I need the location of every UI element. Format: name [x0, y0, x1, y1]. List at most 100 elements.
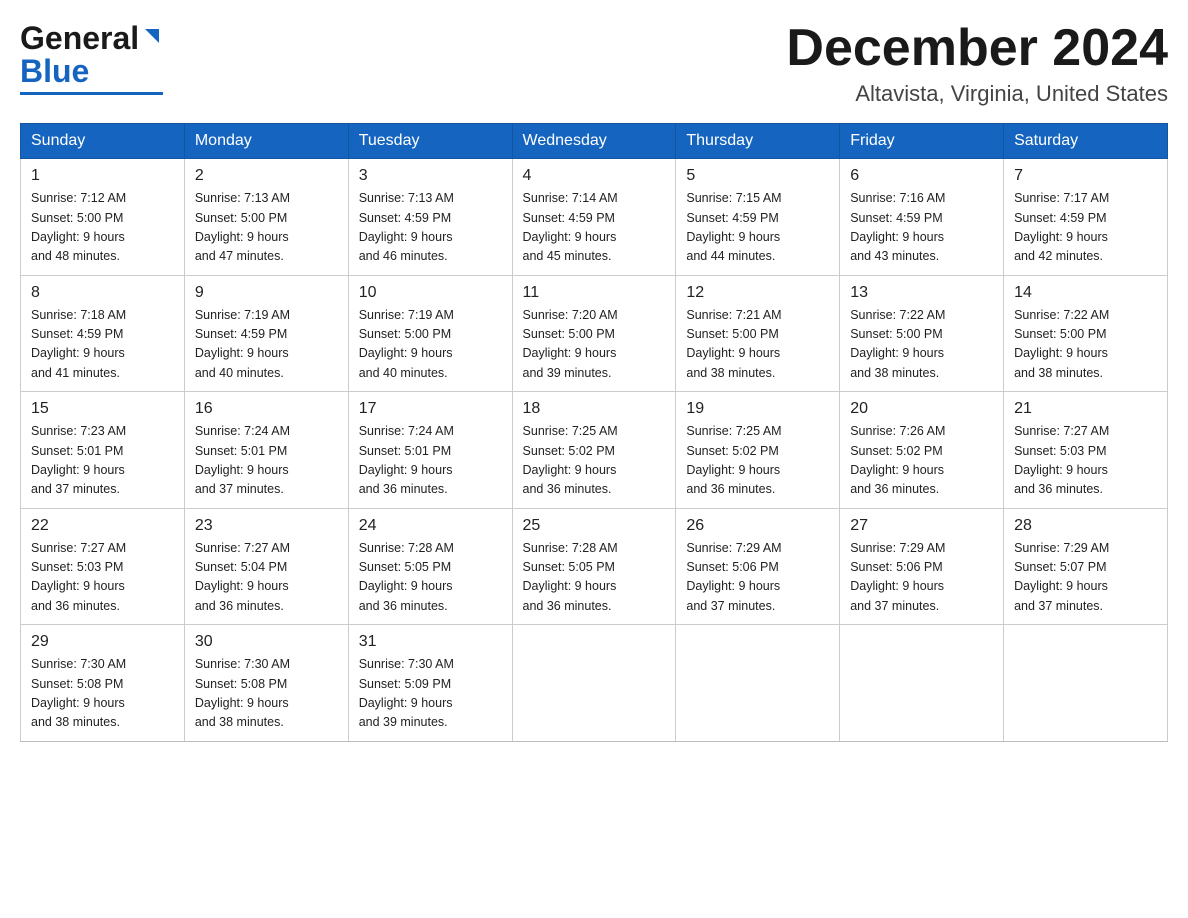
calendar-header-row: SundayMondayTuesdayWednesdayThursdayFrid…	[21, 124, 1168, 159]
day-info: Sunrise: 7:17 AM Sunset: 4:59 PM Dayligh…	[1014, 189, 1157, 267]
calendar-cell	[840, 625, 1004, 742]
day-info: Sunrise: 7:25 AM Sunset: 5:02 PM Dayligh…	[523, 422, 666, 500]
day-number: 8	[31, 284, 174, 302]
calendar-cell: 10 Sunrise: 7:19 AM Sunset: 5:00 PM Dayl…	[348, 275, 512, 392]
day-number: 24	[359, 517, 502, 535]
calendar-cell: 30 Sunrise: 7:30 AM Sunset: 5:08 PM Dayl…	[184, 625, 348, 742]
day-info: Sunrise: 7:30 AM Sunset: 5:09 PM Dayligh…	[359, 655, 502, 733]
day-number: 31	[359, 633, 502, 651]
location-title: Altavista, Virginia, United States	[786, 81, 1168, 107]
day-number: 11	[523, 284, 666, 302]
logo-general-text: General	[20, 20, 139, 57]
day-info: Sunrise: 7:21 AM Sunset: 5:00 PM Dayligh…	[686, 306, 829, 384]
calendar-cell: 9 Sunrise: 7:19 AM Sunset: 4:59 PM Dayli…	[184, 275, 348, 392]
day-info: Sunrise: 7:19 AM Sunset: 4:59 PM Dayligh…	[195, 306, 338, 384]
calendar-cell: 27 Sunrise: 7:29 AM Sunset: 5:06 PM Dayl…	[840, 508, 1004, 625]
day-number: 17	[359, 400, 502, 418]
day-info: Sunrise: 7:28 AM Sunset: 5:05 PM Dayligh…	[359, 539, 502, 617]
day-info: Sunrise: 7:23 AM Sunset: 5:01 PM Dayligh…	[31, 422, 174, 500]
day-number: 30	[195, 633, 338, 651]
calendar-cell: 28 Sunrise: 7:29 AM Sunset: 5:07 PM Dayl…	[1004, 508, 1168, 625]
calendar-cell: 14 Sunrise: 7:22 AM Sunset: 5:00 PM Dayl…	[1004, 275, 1168, 392]
day-number: 20	[850, 400, 993, 418]
logo-underline	[20, 92, 163, 95]
day-number: 29	[31, 633, 174, 651]
calendar-cell: 7 Sunrise: 7:17 AM Sunset: 4:59 PM Dayli…	[1004, 159, 1168, 276]
day-info: Sunrise: 7:27 AM Sunset: 5:03 PM Dayligh…	[1014, 422, 1157, 500]
title-block: December 2024 Altavista, Virginia, Unite…	[786, 20, 1168, 107]
calendar-cell: 4 Sunrise: 7:14 AM Sunset: 4:59 PM Dayli…	[512, 159, 676, 276]
day-info: Sunrise: 7:24 AM Sunset: 5:01 PM Dayligh…	[359, 422, 502, 500]
day-number: 6	[850, 167, 993, 185]
day-info: Sunrise: 7:26 AM Sunset: 5:02 PM Dayligh…	[850, 422, 993, 500]
day-number: 26	[686, 517, 829, 535]
page-header: General Blue December 2024 Altavista, Vi…	[20, 20, 1168, 107]
calendar-cell: 1 Sunrise: 7:12 AM Sunset: 5:00 PM Dayli…	[21, 159, 185, 276]
calendar-week-row: 22 Sunrise: 7:27 AM Sunset: 5:03 PM Dayl…	[21, 508, 1168, 625]
day-number: 9	[195, 284, 338, 302]
month-title: December 2024	[786, 20, 1168, 77]
day-info: Sunrise: 7:29 AM Sunset: 5:06 PM Dayligh…	[850, 539, 993, 617]
calendar-cell: 21 Sunrise: 7:27 AM Sunset: 5:03 PM Dayl…	[1004, 392, 1168, 509]
calendar-cell: 2 Sunrise: 7:13 AM Sunset: 5:00 PM Dayli…	[184, 159, 348, 276]
logo: General Blue	[20, 20, 163, 95]
day-number: 2	[195, 167, 338, 185]
calendar-cell: 6 Sunrise: 7:16 AM Sunset: 4:59 PM Dayli…	[840, 159, 1004, 276]
calendar-cell: 3 Sunrise: 7:13 AM Sunset: 4:59 PM Dayli…	[348, 159, 512, 276]
calendar-cell: 15 Sunrise: 7:23 AM Sunset: 5:01 PM Dayl…	[21, 392, 185, 509]
calendar-table: SundayMondayTuesdayWednesdayThursdayFrid…	[20, 123, 1168, 742]
calendar-cell	[512, 625, 676, 742]
weekday-header-sunday: Sunday	[21, 124, 185, 159]
calendar-cell: 24 Sunrise: 7:28 AM Sunset: 5:05 PM Dayl…	[348, 508, 512, 625]
logo-blue-text: Blue	[20, 53, 89, 89]
calendar-cell: 8 Sunrise: 7:18 AM Sunset: 4:59 PM Dayli…	[21, 275, 185, 392]
calendar-cell: 29 Sunrise: 7:30 AM Sunset: 5:08 PM Dayl…	[21, 625, 185, 742]
day-number: 10	[359, 284, 502, 302]
day-info: Sunrise: 7:30 AM Sunset: 5:08 PM Dayligh…	[31, 655, 174, 733]
logo-triangle-icon	[141, 25, 163, 47]
calendar-cell: 12 Sunrise: 7:21 AM Sunset: 5:00 PM Dayl…	[676, 275, 840, 392]
day-info: Sunrise: 7:12 AM Sunset: 5:00 PM Dayligh…	[31, 189, 174, 267]
day-info: Sunrise: 7:13 AM Sunset: 4:59 PM Dayligh…	[359, 189, 502, 267]
calendar-cell: 17 Sunrise: 7:24 AM Sunset: 5:01 PM Dayl…	[348, 392, 512, 509]
day-number: 3	[359, 167, 502, 185]
calendar-cell: 16 Sunrise: 7:24 AM Sunset: 5:01 PM Dayl…	[184, 392, 348, 509]
calendar-week-row: 15 Sunrise: 7:23 AM Sunset: 5:01 PM Dayl…	[21, 392, 1168, 509]
day-number: 15	[31, 400, 174, 418]
day-info: Sunrise: 7:14 AM Sunset: 4:59 PM Dayligh…	[523, 189, 666, 267]
weekday-header-monday: Monday	[184, 124, 348, 159]
day-info: Sunrise: 7:24 AM Sunset: 5:01 PM Dayligh…	[195, 422, 338, 500]
day-info: Sunrise: 7:28 AM Sunset: 5:05 PM Dayligh…	[523, 539, 666, 617]
calendar-cell: 18 Sunrise: 7:25 AM Sunset: 5:02 PM Dayl…	[512, 392, 676, 509]
day-number: 12	[686, 284, 829, 302]
day-number: 14	[1014, 284, 1157, 302]
calendar-cell: 11 Sunrise: 7:20 AM Sunset: 5:00 PM Dayl…	[512, 275, 676, 392]
calendar-cell: 23 Sunrise: 7:27 AM Sunset: 5:04 PM Dayl…	[184, 508, 348, 625]
day-info: Sunrise: 7:19 AM Sunset: 5:00 PM Dayligh…	[359, 306, 502, 384]
day-info: Sunrise: 7:27 AM Sunset: 5:04 PM Dayligh…	[195, 539, 338, 617]
day-info: Sunrise: 7:20 AM Sunset: 5:00 PM Dayligh…	[523, 306, 666, 384]
day-number: 13	[850, 284, 993, 302]
calendar-cell: 13 Sunrise: 7:22 AM Sunset: 5:00 PM Dayl…	[840, 275, 1004, 392]
day-info: Sunrise: 7:25 AM Sunset: 5:02 PM Dayligh…	[686, 422, 829, 500]
day-number: 27	[850, 517, 993, 535]
calendar-cell: 20 Sunrise: 7:26 AM Sunset: 5:02 PM Dayl…	[840, 392, 1004, 509]
day-info: Sunrise: 7:13 AM Sunset: 5:00 PM Dayligh…	[195, 189, 338, 267]
day-number: 1	[31, 167, 174, 185]
calendar-week-row: 29 Sunrise: 7:30 AM Sunset: 5:08 PM Dayl…	[21, 625, 1168, 742]
weekday-header-tuesday: Tuesday	[348, 124, 512, 159]
day-number: 22	[31, 517, 174, 535]
day-number: 18	[523, 400, 666, 418]
day-info: Sunrise: 7:18 AM Sunset: 4:59 PM Dayligh…	[31, 306, 174, 384]
day-info: Sunrise: 7:22 AM Sunset: 5:00 PM Dayligh…	[850, 306, 993, 384]
day-number: 16	[195, 400, 338, 418]
weekday-header-wednesday: Wednesday	[512, 124, 676, 159]
day-number: 21	[1014, 400, 1157, 418]
day-info: Sunrise: 7:30 AM Sunset: 5:08 PM Dayligh…	[195, 655, 338, 733]
calendar-week-row: 1 Sunrise: 7:12 AM Sunset: 5:00 PM Dayli…	[21, 159, 1168, 276]
weekday-header-thursday: Thursday	[676, 124, 840, 159]
calendar-cell: 19 Sunrise: 7:25 AM Sunset: 5:02 PM Dayl…	[676, 392, 840, 509]
calendar-cell: 26 Sunrise: 7:29 AM Sunset: 5:06 PM Dayl…	[676, 508, 840, 625]
calendar-cell	[1004, 625, 1168, 742]
calendar-cell: 22 Sunrise: 7:27 AM Sunset: 5:03 PM Dayl…	[21, 508, 185, 625]
